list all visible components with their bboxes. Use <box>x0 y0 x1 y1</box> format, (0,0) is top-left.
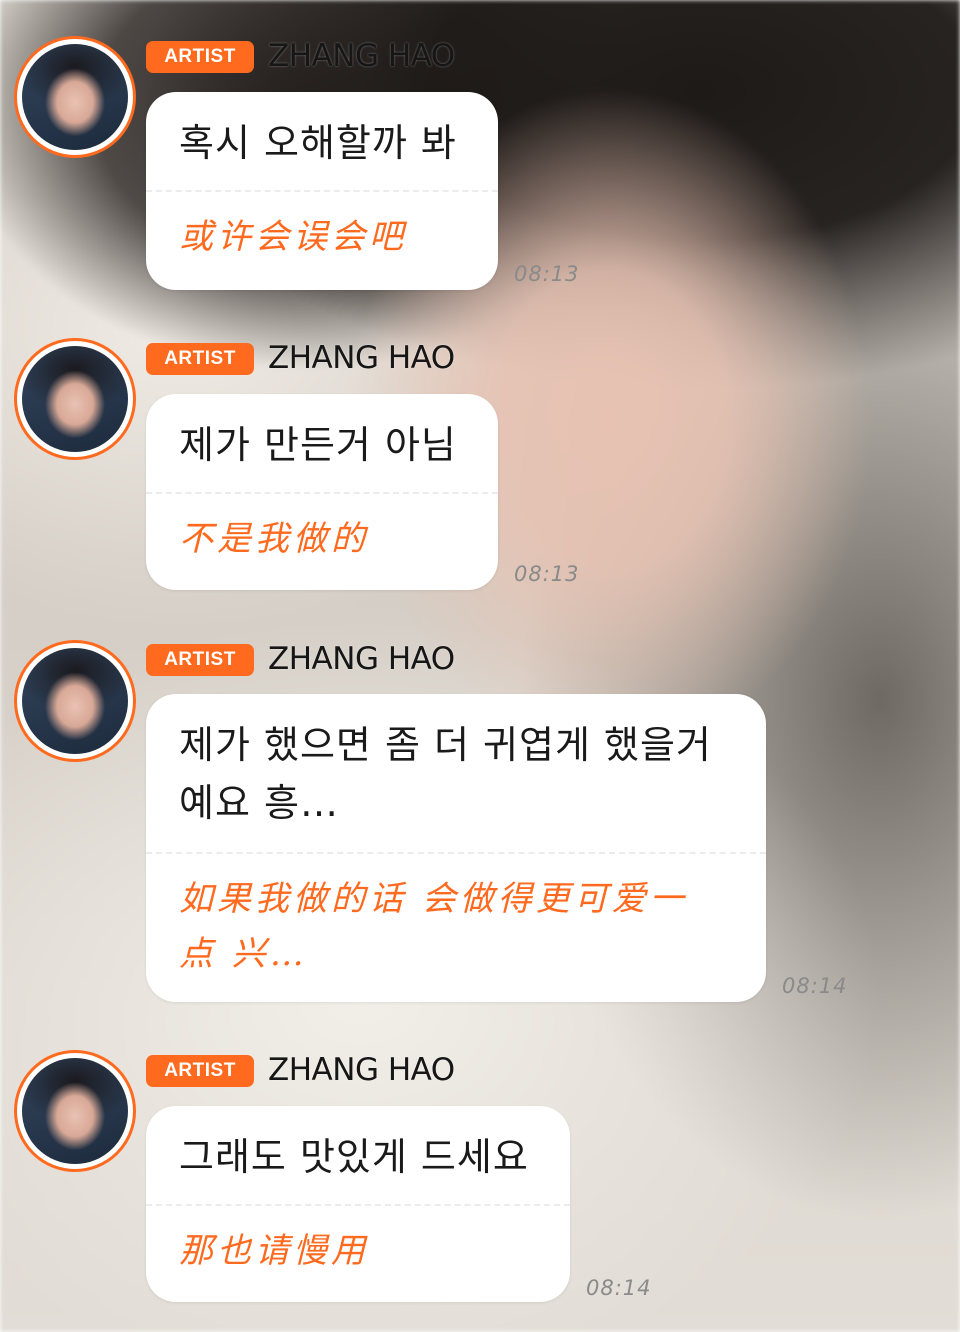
message-bubble[interactable]: 제가 만든거 아님 不是我做的 <box>146 394 498 590</box>
avatar-image <box>22 346 128 452</box>
avatar[interactable] <box>14 36 136 158</box>
sender-name: ZHANG HAO <box>268 340 455 376</box>
korean-text: 혹시 오해할까 봐 <box>179 121 457 165</box>
artist-badge: ARTIST <box>146 343 254 375</box>
chinese-block: 如果我做的话 会做得更可爱一 点 兴… <box>146 854 766 982</box>
korean-text-line-1: 제가 했으면 좀 더 귀엽게 했을거 <box>179 723 712 767</box>
chinese-translation: 那也请慢用 <box>179 1231 369 1271</box>
chinese-translation-line-1: 如果我做的话 会做得更可爱一 <box>179 879 688 919</box>
chinese-translation: 不是我做的 <box>179 519 369 559</box>
timestamp: 08:14 <box>586 1276 652 1300</box>
avatar[interactable] <box>14 1050 136 1172</box>
sender-name: ZHANG HAO <box>268 38 455 74</box>
sender-name: ZHANG HAO <box>268 1052 455 1088</box>
avatar-image <box>22 1058 128 1164</box>
timestamp: 08:13 <box>514 562 580 586</box>
timestamp: 08:13 <box>514 262 580 286</box>
korean-block: 제가 했으면 좀 더 귀엽게 했을거 예요 흥… <box>146 694 766 852</box>
avatar[interactable] <box>14 338 136 460</box>
chinese-translation-line-2: 点 兴… <box>179 934 308 974</box>
artist-badge: ARTIST <box>146 41 254 73</box>
message-bubble[interactable]: 제가 했으면 좀 더 귀엽게 했을거 예요 흥… 如果我做的话 会做得更可爱一 … <box>146 694 766 1002</box>
avatar-image <box>22 44 128 150</box>
artist-badge: ARTIST <box>146 644 254 676</box>
artist-badge: ARTIST <box>146 1055 254 1087</box>
message-bubble[interactable]: 혹시 오해할까 봐 或许会误会吧 <box>146 92 498 290</box>
chinese-translation: 或许会误会吧 <box>179 217 407 257</box>
korean-text-line-2: 예요 흥… <box>179 781 339 825</box>
avatar-image <box>22 648 128 754</box>
message-bubble[interactable]: 그래도 맛있게 드세요 那也请慢用 <box>146 1106 570 1302</box>
korean-text: 제가 만든거 아님 <box>179 423 457 467</box>
sender-name: ZHANG HAO <box>268 641 455 677</box>
korean-text: 그래도 맛있게 드세요 <box>179 1135 529 1179</box>
avatar[interactable] <box>14 640 136 762</box>
timestamp: 08:14 <box>782 974 848 998</box>
